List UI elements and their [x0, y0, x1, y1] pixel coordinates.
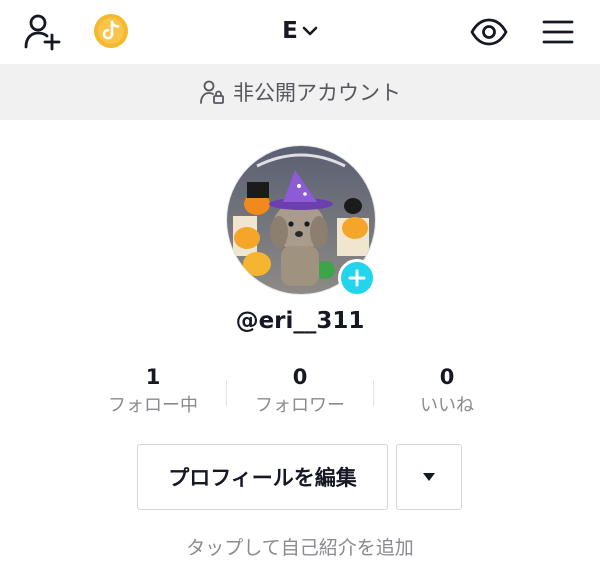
followers-count: 0 [292, 365, 308, 389]
likes-count: 0 [439, 365, 455, 389]
private-account-banner: 非公開アカウント [0, 64, 600, 120]
following-count: 1 [145, 365, 161, 389]
avatar-container[interactable] [226, 145, 376, 297]
following-label: フォロー中 [108, 395, 198, 416]
eye-icon [470, 18, 508, 46]
menu-button[interactable] [536, 10, 580, 54]
account-switcher[interactable]: E [270, 12, 330, 50]
profile-stats: 1 フォロー中 0 フォロワー 0 いいね [80, 362, 520, 422]
add-user-icon [24, 14, 61, 51]
edit-profile-button[interactable]: プロフィールを編集 [137, 444, 388, 510]
profile-screen: E 非公開アカウント @eri__311 1 フォロー中 0 フォロワー 0 い… [0, 0, 600, 580]
followers-label: フォロワー [255, 395, 345, 416]
username: @eri__311 [235, 308, 365, 334]
hamburger-menu-icon [542, 20, 574, 44]
account-name: E [282, 18, 298, 44]
profile-views-button[interactable] [466, 10, 512, 54]
coin-icon [94, 14, 128, 48]
caret-down-icon [423, 473, 435, 481]
likes-stat[interactable]: 0 いいね [374, 362, 520, 422]
suggested-accounts-dropdown-button[interactable] [396, 444, 462, 510]
add-user-button[interactable] [20, 10, 64, 54]
top-bar: E [0, 0, 600, 64]
plus-icon [348, 269, 366, 287]
followers-stat[interactable]: 0 フォロワー [227, 362, 373, 422]
coin-button[interactable] [92, 12, 130, 50]
chevron-down-icon [302, 26, 318, 36]
private-account-label: 非公開アカウント [233, 81, 401, 105]
following-stat[interactable]: 1 フォロー中 [80, 362, 226, 422]
add-avatar-button[interactable] [338, 259, 376, 297]
private-account-icon [200, 80, 224, 104]
likes-label: いいね [420, 395, 474, 416]
add-bio-prompt[interactable]: タップして自己紹介を追加 [0, 533, 600, 560]
